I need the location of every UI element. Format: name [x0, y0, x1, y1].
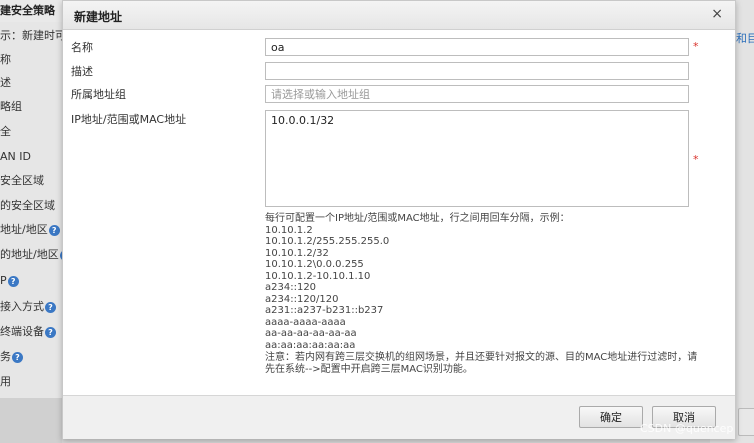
hint-example: aa-aa-aa-aa-aa-aa	[265, 328, 357, 339]
name-input[interactable]	[265, 38, 689, 56]
close-icon[interactable]: ×	[711, 6, 723, 22]
background-row-label: P	[0, 274, 7, 287]
address-textarea[interactable]	[265, 110, 689, 207]
description-label: 描述	[71, 65, 93, 78]
background-row: 的安全区域	[0, 199, 55, 212]
address-group-input[interactable]	[265, 85, 689, 103]
required-mark: *	[693, 153, 699, 166]
hint-example: 10.10.1.2/32	[265, 247, 329, 259]
background-row: 用	[0, 375, 11, 388]
hint-example: 10.10.1.2-10.10.1.10	[265, 270, 371, 282]
background-row: 示：新建时可	[0, 29, 62, 42]
hint-example: 10.10.1.2/255.255.255.0	[265, 236, 390, 247]
background-row: 安全区域	[0, 174, 44, 187]
background-button[interactable]	[738, 408, 754, 436]
background-row: 全	[0, 125, 11, 138]
help-icon[interactable]: ?	[48, 224, 60, 236]
required-mark: *	[693, 40, 699, 53]
hint-example: a234::120/120	[265, 293, 339, 305]
hint-note: 注意：若内网有跨三层交换机的组网场景，并且还要针对报文的源、目的MAC地址进行过…	[265, 352, 698, 375]
background-row-with-help: 地址/地区?	[0, 220, 62, 240]
dialog-title: 新建地址	[74, 10, 123, 24]
address-label: IP地址/范围或MAC地址	[71, 113, 187, 126]
background-row: 述	[0, 76, 11, 89]
background-row-with-help: 的地址/地区?	[0, 245, 62, 265]
background-footer	[0, 398, 62, 443]
hint-example: aaaa-aaaa-aaaa	[265, 316, 346, 328]
help-icon[interactable]: ?	[45, 301, 56, 313]
help-icon[interactable]: ?	[45, 326, 56, 338]
hint-example: 10.10.1.2\0.0.0.255	[265, 259, 364, 270]
new-address-dialog: 新建地址 × 名称 * 描述 所属地址组 IP地址/范围或MAC地址 * 每行可…	[62, 0, 736, 439]
help-icon[interactable]: ?	[7, 275, 19, 287]
background-page-title: 建安全策略	[0, 0, 62, 22]
address-group-label: 所属地址组	[71, 88, 126, 101]
background-row-with-help: 接入方式?	[0, 297, 62, 317]
background-row-label: 终端设备	[0, 325, 44, 338]
dialog-footer: 确定 取消	[63, 395, 735, 439]
background-row-with-help: 务?	[0, 347, 62, 367]
background-row: 称	[0, 53, 11, 66]
background-row-label: 地址/地区	[0, 223, 48, 236]
name-label: 名称	[71, 41, 93, 54]
background-row-label: 务	[0, 350, 11, 363]
description-input[interactable]	[265, 62, 689, 80]
address-format-hint: 每行可配置一个IP地址/范围或MAC地址，行之间用回车分隔，示例： 10.10.…	[265, 213, 705, 375]
hint-intro: 每行可配置一个IP地址/范围或MAC地址，行之间用回车分隔，示例：	[265, 213, 570, 224]
help-icon[interactable]: ?	[12, 351, 23, 363]
background-row: AN ID	[0, 150, 31, 163]
hint-example: aa:aa:aa:aa:aa:aa	[265, 339, 356, 351]
ok-button[interactable]: 确定	[579, 406, 643, 428]
hint-example: a231::a237-b231::b237	[265, 305, 384, 316]
background-row: 略组	[0, 100, 22, 113]
background-link[interactable]: 和目	[736, 30, 754, 46]
background-row-label: 的地址/地区	[0, 248, 59, 261]
dialog-header: 新建地址 ×	[63, 1, 735, 30]
background-row-label: 接入方式	[0, 300, 44, 313]
hint-example: a234::120	[265, 282, 317, 293]
hint-example: 10.10.1.2	[265, 224, 313, 236]
background-row-with-help: 终端设备?	[0, 322, 62, 342]
background-page-left: 建安全策略 示：新建时可 称 述 略组 全 AN ID 安全区域 的安全区域 地…	[0, 0, 62, 443]
background-row-with-help: P?	[0, 271, 62, 291]
watermark: CSDN @quencep	[640, 422, 734, 435]
